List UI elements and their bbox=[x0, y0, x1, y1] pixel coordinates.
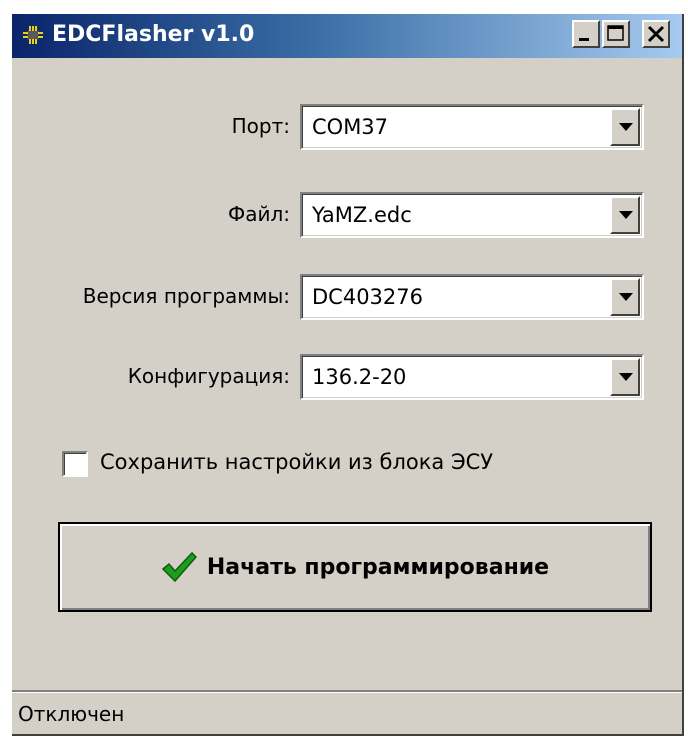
config-label: Конфигурация: bbox=[127, 364, 290, 388]
save-settings-label[interactable]: Сохранить настройки из блока ЭСУ bbox=[100, 450, 493, 474]
chevron-down-icon bbox=[619, 211, 633, 219]
file-select[interactable]: YaMZ.edc bbox=[300, 192, 644, 238]
file-value: YaMZ.edc bbox=[312, 203, 412, 227]
version-select[interactable]: DC403276 bbox=[300, 274, 644, 320]
close-button[interactable] bbox=[642, 20, 670, 48]
file-dropdown-button[interactable] bbox=[610, 196, 640, 234]
config-value: 136.2-20 bbox=[312, 365, 407, 389]
port-label: Порт: bbox=[231, 114, 290, 138]
close-icon bbox=[647, 25, 665, 43]
app-icon bbox=[22, 25, 44, 45]
version-label: Версия программы: bbox=[82, 284, 290, 308]
start-programming-button[interactable]: Начать программирование bbox=[58, 522, 652, 612]
config-dropdown-button[interactable] bbox=[610, 358, 640, 396]
chevron-down-icon bbox=[619, 123, 633, 131]
config-select[interactable]: 136.2-20 bbox=[300, 354, 644, 400]
start-programming-label: Начать программирование bbox=[206, 554, 550, 580]
minimize-button[interactable] bbox=[572, 20, 600, 48]
file-label: Файл: bbox=[228, 202, 290, 226]
chevron-down-icon bbox=[619, 293, 633, 301]
chevron-down-icon bbox=[619, 373, 633, 381]
minimize-icon bbox=[579, 38, 589, 41]
window-title: EDCFlasher v1.0 bbox=[52, 22, 255, 47]
status-text: Отключен bbox=[18, 702, 125, 726]
checkmark-icon bbox=[161, 551, 197, 583]
title-bar[interactable]: EDCFlasher v1.0 bbox=[12, 14, 682, 58]
maximize-icon bbox=[607, 25, 624, 41]
status-bar: Отключен bbox=[12, 690, 682, 736]
save-settings-checkbox[interactable] bbox=[62, 451, 88, 477]
app-window: EDCFlasher v1.0 Порт: COM37 Файл: YaMZ.e… bbox=[10, 12, 682, 734]
version-value: DC403276 bbox=[312, 285, 423, 309]
port-dropdown-button[interactable] bbox=[610, 108, 640, 146]
port-select[interactable]: COM37 bbox=[300, 104, 644, 150]
maximize-button[interactable] bbox=[602, 20, 630, 48]
version-dropdown-button[interactable] bbox=[610, 278, 640, 316]
port-value: COM37 bbox=[312, 115, 389, 139]
